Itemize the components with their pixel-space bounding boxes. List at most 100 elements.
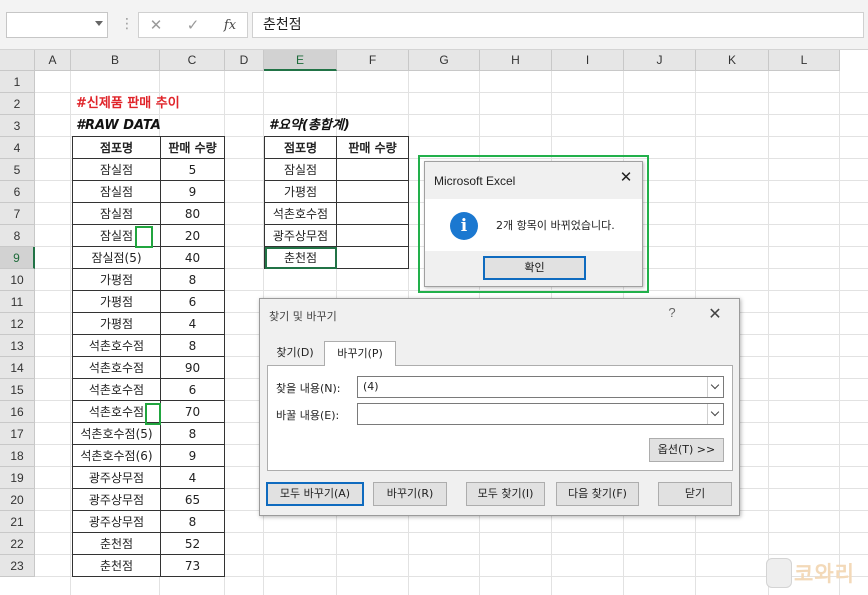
column-header-i[interactable]: I — [552, 50, 624, 71]
row-header-5[interactable]: 5 — [0, 159, 35, 181]
column-header-b[interactable]: B — [71, 50, 160, 71]
raw-data-cell[interactable]: 80 — [161, 203, 225, 225]
enter-icon[interactable]: ✓ — [182, 16, 204, 36]
chevron-down-icon[interactable] — [707, 377, 723, 397]
row-header-10[interactable]: 10 — [0, 269, 35, 291]
column-header-d[interactable]: D — [225, 50, 264, 71]
raw-data-cell[interactable]: 석촌호수점(6) — [73, 445, 161, 467]
row-header-15[interactable]: 15 — [0, 379, 35, 401]
raw-data-cell[interactable]: 석촌호수점 — [73, 379, 161, 401]
summary-cell[interactable] — [337, 225, 409, 247]
raw-data-cell[interactable]: 가평점 — [73, 291, 161, 313]
raw-data-header-cell[interactable]: 판매 수량 — [161, 137, 225, 159]
row-header-16[interactable]: 16 — [0, 401, 35, 423]
row-header-11[interactable]: 11 — [0, 291, 35, 313]
summary-cell[interactable] — [337, 203, 409, 225]
raw-data-cell[interactable]: 8 — [161, 423, 225, 445]
column-header-j[interactable]: J — [624, 50, 696, 71]
close-button[interactable]: 닫기 — [658, 482, 732, 506]
raw-data-cell[interactable]: 8 — [161, 335, 225, 357]
raw-data-cell[interactable]: 9 — [161, 181, 225, 203]
raw-data-cell[interactable]: 광주상무점 — [73, 511, 161, 533]
row-header-17[interactable]: 17 — [0, 423, 35, 445]
row-header-20[interactable]: 20 — [0, 489, 35, 511]
raw-data-cell[interactable]: 4 — [161, 313, 225, 335]
close-icon[interactable]: ✕ — [707, 304, 723, 324]
row-header-1[interactable]: 1 — [0, 71, 35, 93]
raw-data-cell[interactable]: 광주상무점 — [73, 467, 161, 489]
column-header-h[interactable]: H — [480, 50, 552, 71]
find-all-button[interactable]: 모두 찾기(I) — [466, 482, 545, 506]
raw-data-cell[interactable]: 9 — [161, 445, 225, 467]
name-box[interactable] — [6, 12, 108, 38]
active-cell[interactable]: 춘천점 — [265, 247, 337, 269]
raw-data-cell[interactable]: 5 — [161, 159, 225, 181]
summary-cell[interactable]: 광주상무점 — [265, 225, 337, 247]
select-all-corner[interactable] — [0, 50, 35, 71]
raw-data-cell[interactable]: 4 — [161, 467, 225, 489]
find-next-button[interactable]: 다음 찾기(F) — [556, 482, 639, 506]
summary-cell[interactable]: 잠실점 — [265, 159, 337, 181]
raw-data-cell[interactable]: 잠실점 — [73, 203, 161, 225]
tab-replace[interactable]: 바꾸기(P) — [324, 341, 396, 366]
raw-data-cell[interactable]: 6 — [161, 291, 225, 313]
chevron-down-icon[interactable] — [95, 21, 103, 26]
raw-data-cell[interactable]: 90 — [161, 357, 225, 379]
raw-data-header-cell[interactable]: 점포명 — [73, 137, 161, 159]
summary-header-cell[interactable]: 점포명 — [265, 137, 337, 159]
ok-button[interactable]: 확인 — [483, 256, 586, 280]
raw-data-cell[interactable]: 40 — [161, 247, 225, 269]
raw-data-cell[interactable]: 잠실점(5) — [73, 247, 161, 269]
raw-data-cell[interactable]: 가평점 — [73, 269, 161, 291]
raw-data-cell[interactable]: 석촌호수점(5) — [73, 423, 161, 445]
chevron-down-icon[interactable] — [707, 404, 723, 424]
row-header-7[interactable]: 7 — [0, 203, 35, 225]
row-header-12[interactable]: 12 — [0, 313, 35, 335]
raw-data-cell[interactable]: 52 — [161, 533, 225, 555]
row-header-19[interactable]: 19 — [0, 467, 35, 489]
column-header-l[interactable]: L — [769, 50, 840, 71]
summary-cell[interactable] — [337, 247, 409, 269]
row-header-22[interactable]: 22 — [0, 533, 35, 555]
replace-button[interactable]: 바꾸기(R) — [373, 482, 447, 506]
column-header-e[interactable]: E — [264, 50, 337, 71]
column-header-a[interactable]: A — [35, 50, 71, 71]
raw-data-cell[interactable]: 6 — [161, 379, 225, 401]
raw-data-cell[interactable]: 8 — [161, 269, 225, 291]
column-header-f[interactable]: F — [337, 50, 409, 71]
row-header-9[interactable]: 9 — [0, 247, 35, 269]
column-header-k[interactable]: K — [696, 50, 769, 71]
row-header-2[interactable]: 2 — [0, 93, 35, 115]
help-icon[interactable]: ? — [664, 305, 680, 320]
summary-cell[interactable] — [337, 159, 409, 181]
row-header-21[interactable]: 21 — [0, 511, 35, 533]
find-what-field[interactable]: (4) — [357, 376, 724, 398]
row-header-8[interactable]: 8 — [0, 225, 35, 247]
raw-data-cell[interactable]: 가평점 — [73, 313, 161, 335]
drag-handle-icon[interactable]: ⋮ — [120, 16, 134, 32]
replace-with-field[interactable] — [357, 403, 724, 425]
raw-data-cell[interactable]: 70 — [161, 401, 225, 423]
row-header-23[interactable]: 23 — [0, 555, 35, 577]
tab-find[interactable]: 찾기(D) — [268, 341, 322, 365]
summary-cell[interactable]: 가평점 — [265, 181, 337, 203]
replace-all-button[interactable]: 모두 바꾸기(A) — [266, 482, 364, 506]
summary-cell[interactable] — [337, 181, 409, 203]
cancel-icon[interactable]: ✕ — [145, 16, 167, 36]
raw-data-cell[interactable]: 20 — [161, 225, 225, 247]
row-header-18[interactable]: 18 — [0, 445, 35, 467]
raw-data-cell[interactable]: 잠실점 — [73, 159, 161, 181]
raw-data-cell[interactable]: 석촌호수점 — [73, 335, 161, 357]
row-header-4[interactable]: 4 — [0, 137, 35, 159]
raw-data-cell[interactable]: 8 — [161, 511, 225, 533]
formula-input[interactable]: 춘천점 — [252, 12, 864, 38]
raw-data-cell[interactable]: 잠실점 — [73, 181, 161, 203]
row-header-14[interactable]: 14 — [0, 357, 35, 379]
raw-data-cell[interactable]: 65 — [161, 489, 225, 511]
raw-data-cell[interactable]: 춘천점 — [73, 533, 161, 555]
raw-data-cell[interactable]: 석촌호수점 — [73, 357, 161, 379]
column-header-g[interactable]: G — [409, 50, 480, 71]
options-button[interactable]: 옵션(T) >> — [649, 438, 724, 462]
summary-cell[interactable]: 석촌호수점 — [265, 203, 337, 225]
insert-function-icon[interactable]: fx — [219, 16, 241, 36]
